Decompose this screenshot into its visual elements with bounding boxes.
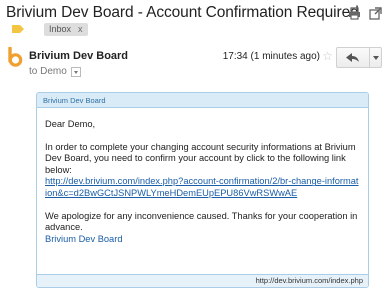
star-icon[interactable]: ☆ xyxy=(322,49,333,63)
email-body: Dear Demo, In order to complete your cha… xyxy=(37,108,368,245)
top-actions xyxy=(348,7,382,20)
open-in-new-window-icon[interactable] xyxy=(369,7,382,20)
sender-name[interactable]: Brivium Dev Board xyxy=(29,50,128,62)
email-header: Brivium Dev Board xyxy=(37,93,368,108)
reply-button[interactable] xyxy=(337,48,370,67)
label-chip-text: Inbox xyxy=(49,24,72,34)
sender-row: Brivium Dev Board to Demo 17:34 (1 minut… xyxy=(6,47,382,79)
message-timestamp: 17:34 (1 minutes ago) xyxy=(222,51,320,62)
email-instructions: In order to complete your changing accou… xyxy=(45,141,356,175)
reply-button-group xyxy=(336,47,382,68)
subject-row: Brivium Dev Board - Account Confirmation… xyxy=(6,4,382,24)
reply-icon xyxy=(346,52,359,62)
recipient-line: to Demo xyxy=(29,66,81,77)
email-content: Brivium Dev Board Dear Demo, In order to… xyxy=(36,92,369,288)
label-row: Inbox x xyxy=(12,22,88,36)
label-chip-inbox[interactable]: Inbox x xyxy=(44,22,88,36)
recipient-text: to Demo xyxy=(29,66,67,77)
email-paragraph: In order to complete your changing accou… xyxy=(45,142,360,200)
chevron-down-icon xyxy=(372,55,379,60)
email-closing-paragraph: We apologize for any inconvenience cause… xyxy=(45,211,360,246)
brivium-logo-icon xyxy=(8,47,23,67)
email-signature: Brivium Dev Board xyxy=(45,233,123,244)
email-closing: We apologize for any inconvenience cause… xyxy=(45,210,358,233)
email-subject: Brivium Dev Board - Account Confirmation… xyxy=(6,4,359,21)
confirmation-link[interactable]: http://dev.brivium.com/index.php?account… xyxy=(45,176,359,198)
show-details-dropdown[interactable] xyxy=(70,66,81,77)
email-greeting: Dear Demo, xyxy=(45,119,96,129)
print-icon[interactable] xyxy=(348,7,361,20)
more-actions-button[interactable] xyxy=(370,48,381,67)
label-tag-icon xyxy=(12,25,24,33)
remove-label-button[interactable]: x xyxy=(78,24,83,34)
email-footer-link[interactable]: http://dev.brivium.com/index.php xyxy=(37,274,368,287)
